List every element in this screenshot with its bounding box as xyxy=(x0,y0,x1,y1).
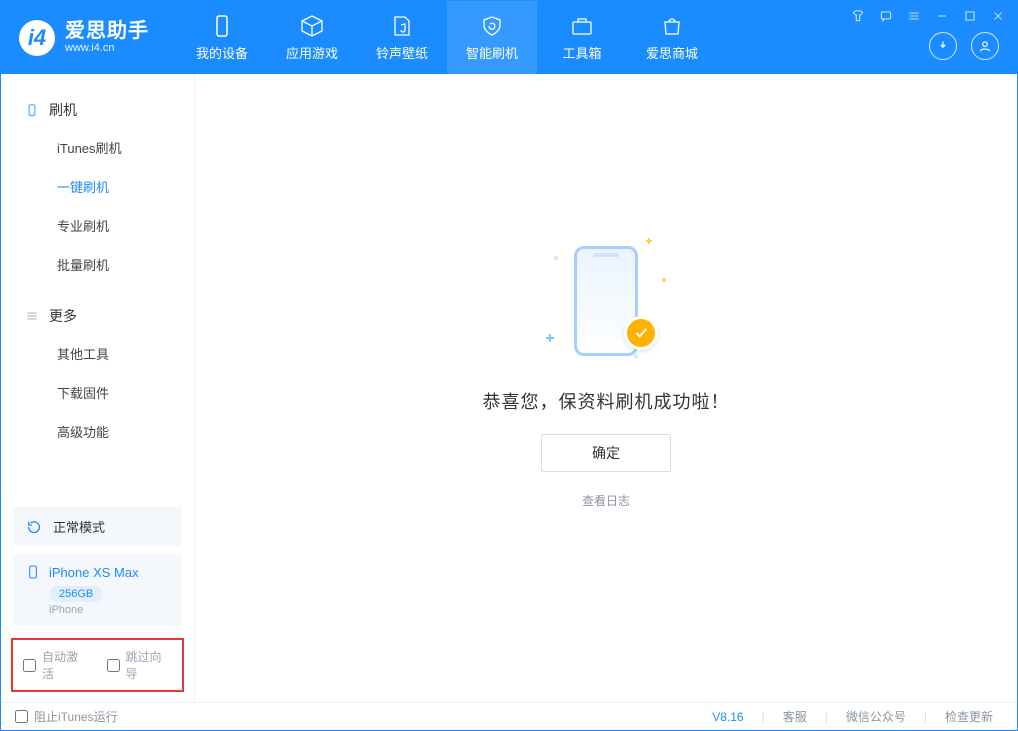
device-icon xyxy=(25,103,39,117)
main-content: 恭喜您，保资料刷机成功啦！ 确定 查看日志 xyxy=(195,74,1017,702)
ok-button[interactable]: 确定 xyxy=(541,434,671,472)
refresh-icon xyxy=(25,518,43,536)
body: 刷机 iTunes刷机 一键刷机 专业刷机 批量刷机 更多 其他工具 下载固件 … xyxy=(1,74,1017,702)
logo-area: i4 爱思助手 www.i4.cn xyxy=(1,1,167,74)
mode-label: 正常模式 xyxy=(53,517,105,536)
device-type: iPhone xyxy=(49,604,170,616)
sparkle-icon xyxy=(554,256,560,262)
device-mode-box[interactable]: 正常模式 xyxy=(13,507,182,546)
sidebar-item-advanced[interactable]: 高级功能 xyxy=(1,412,194,451)
skin-icon[interactable] xyxy=(849,7,867,25)
list-icon xyxy=(25,309,39,323)
tab-toolbox[interactable]: 工具箱 xyxy=(537,1,627,74)
window-controls xyxy=(849,7,1007,25)
skip-guide-label: 跳过向导 xyxy=(126,648,173,682)
checkmark-badge-icon xyxy=(624,316,658,350)
device-name: iPhone XS Max xyxy=(49,565,139,580)
tab-label: 工具箱 xyxy=(562,43,601,62)
sparkle-icon xyxy=(646,238,652,244)
block-itunes-label: 阻止iTunes运行 xyxy=(34,708,118,725)
bag-icon xyxy=(659,13,685,39)
tab-label: 爱思商城 xyxy=(646,43,698,62)
music-file-icon xyxy=(389,13,415,39)
success-illustration xyxy=(526,238,686,368)
footer-link-support[interactable]: 客服 xyxy=(773,708,817,725)
dot-icon xyxy=(634,354,638,358)
sidebar-item-other-tools[interactable]: 其他工具 xyxy=(1,334,194,373)
sidebar-group-title: 刷机 xyxy=(49,100,77,120)
sidebar-item-pro-flash[interactable]: 专业刷机 xyxy=(1,206,194,245)
block-itunes-checkbox[interactable] xyxy=(15,710,28,723)
footer-link-wechat[interactable]: 微信公众号 xyxy=(836,708,916,725)
titlebar-right-icons xyxy=(929,32,999,60)
phone-small-icon xyxy=(25,564,41,580)
skip-guide-input[interactable] xyxy=(107,659,120,672)
account-button[interactable] xyxy=(971,32,999,60)
cube-icon xyxy=(299,13,325,39)
auto-activate-checkbox[interactable]: 自动激活 xyxy=(23,648,89,682)
app-subtitle: www.i4.cn xyxy=(65,42,149,54)
refresh-shield-icon xyxy=(479,13,505,39)
tab-label: 智能刷机 xyxy=(466,43,518,62)
version-label[interactable]: V8.16 xyxy=(702,710,753,724)
auto-activate-input[interactable] xyxy=(23,659,36,672)
sidebar-item-itunes-flash[interactable]: iTunes刷机 xyxy=(1,128,194,167)
view-log-link[interactable]: 查看日志 xyxy=(582,492,630,509)
sidebar-item-download-firmware[interactable]: 下载固件 xyxy=(1,373,194,412)
tab-my-device[interactable]: 我的设备 xyxy=(177,1,267,74)
success-message: 恭喜您，保资料刷机成功啦！ xyxy=(483,388,730,414)
maximize-button[interactable] xyxy=(961,7,979,25)
app-title: 爱思助手 xyxy=(65,20,149,42)
main-tabs: 我的设备 应用游戏 铃声壁纸 智能刷机 工具箱 爱思商城 xyxy=(177,1,717,74)
tab-label: 我的设备 xyxy=(196,43,248,62)
device-capacity: 256GB xyxy=(49,586,103,602)
footer: 阻止iTunes运行 V8.16 | 客服 | 微信公众号 | 检查更新 xyxy=(1,702,1017,730)
auto-activate-label: 自动激活 xyxy=(42,648,89,682)
sidebar: 刷机 iTunes刷机 一键刷机 专业刷机 批量刷机 更多 其他工具 下载固件 … xyxy=(1,74,195,702)
device-info-box[interactable]: iPhone XS Max 256GB iPhone xyxy=(13,554,182,626)
toolbox-icon xyxy=(569,13,595,39)
sidebar-item-oneclick-flash[interactable]: 一键刷机 xyxy=(1,167,194,206)
tab-store[interactable]: 爱思商城 xyxy=(627,1,717,74)
tab-apps-games[interactable]: 应用游戏 xyxy=(267,1,357,74)
sidebar-group-title: 更多 xyxy=(49,306,77,326)
tab-smart-flash[interactable]: 智能刷机 xyxy=(447,1,537,74)
app-logo-icon: i4 xyxy=(19,20,55,56)
titlebar: i4 爱思助手 www.i4.cn 我的设备 应用游戏 铃声壁纸 智能刷机 工具… xyxy=(1,1,1017,74)
feedback-icon[interactable] xyxy=(877,7,895,25)
minimize-button[interactable] xyxy=(933,7,951,25)
footer-link-update[interactable]: 检查更新 xyxy=(935,708,1003,725)
close-button[interactable] xyxy=(989,7,1007,25)
tab-ringtones-wallpapers[interactable]: 铃声壁纸 xyxy=(357,1,447,74)
tab-label: 铃声壁纸 xyxy=(376,43,428,62)
sidebar-item-batch-flash[interactable]: 批量刷机 xyxy=(1,245,194,284)
sidebar-group-flash: 刷机 xyxy=(1,92,194,128)
sparkle-icon xyxy=(546,334,552,340)
phone-icon xyxy=(209,13,235,39)
sidebar-group-more: 更多 xyxy=(1,298,194,334)
skip-guide-checkbox[interactable]: 跳过向导 xyxy=(107,648,173,682)
dot-icon xyxy=(662,278,666,282)
tab-label: 应用游戏 xyxy=(286,43,338,62)
flash-options-row: 自动激活 跳过向导 xyxy=(11,638,184,692)
menu-icon[interactable] xyxy=(905,7,923,25)
download-manager-button[interactable] xyxy=(929,32,957,60)
